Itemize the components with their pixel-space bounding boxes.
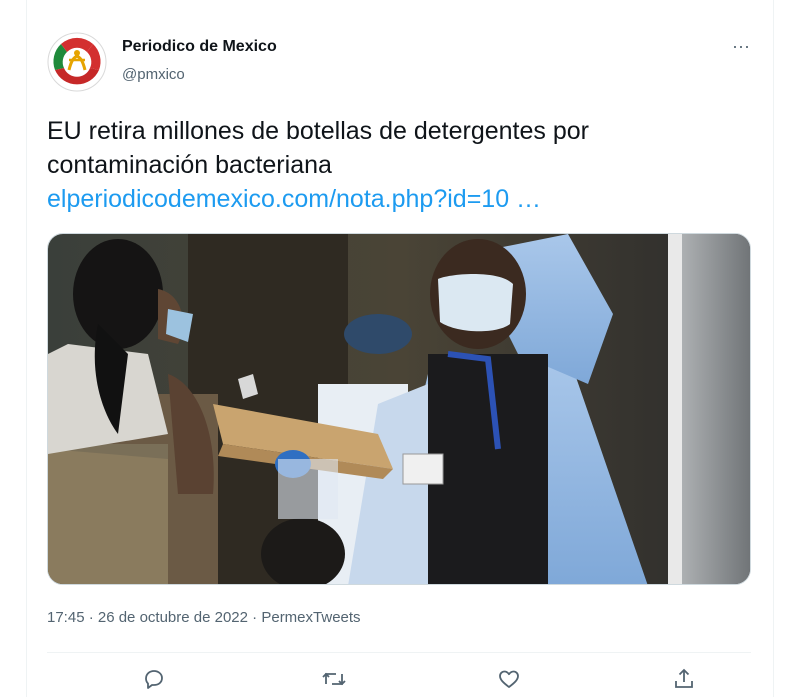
- author-name[interactable]: Periodico de Mexico: [122, 38, 277, 56]
- share-icon: [675, 668, 693, 688]
- top-divider: [27, 0, 773, 6]
- avatar[interactable]: [47, 32, 107, 92]
- unimos-logo-icon: [47, 32, 107, 92]
- tweet-source[interactable]: PermexTweets: [261, 609, 360, 626]
- meta-separator: ·: [248, 609, 262, 626]
- tweet-text-line2: contaminación bacteriana: [47, 151, 332, 179]
- tweet-card: Periodico de Mexico @pmxico ··· EU retir…: [26, 0, 774, 697]
- tweet-meta: 17:45 · 26 de octubre de 2022 · PermexTw…: [47, 609, 361, 626]
- reply-icon: [145, 670, 163, 689]
- health-workers-photo: [48, 234, 750, 584]
- retweet-button[interactable]: [317, 662, 351, 696]
- author-handle[interactable]: @pmxico: [122, 66, 185, 83]
- tweet-text-line1: EU retira millones de botellas de deterg…: [47, 117, 589, 145]
- tweet-link[interactable]: elperiodicodemexico.com/nota.php?id=10 …: [47, 182, 747, 216]
- reply-button[interactable]: [137, 662, 171, 696]
- tweet-media-image[interactable]: [47, 233, 751, 585]
- share-button[interactable]: [667, 662, 701, 696]
- divider: [47, 652, 751, 653]
- retweet-icon: [322, 672, 346, 686]
- like-button[interactable]: [492, 662, 526, 696]
- tweet-actions: [47, 660, 751, 697]
- like-icon: [499, 670, 519, 688]
- tweet-text: EU retira millones de botellas de deterg…: [47, 114, 747, 216]
- more-options-icon[interactable]: ···: [727, 36, 755, 60]
- tweet-timestamp[interactable]: 17:45 · 26 de octubre de 2022: [47, 609, 248, 626]
